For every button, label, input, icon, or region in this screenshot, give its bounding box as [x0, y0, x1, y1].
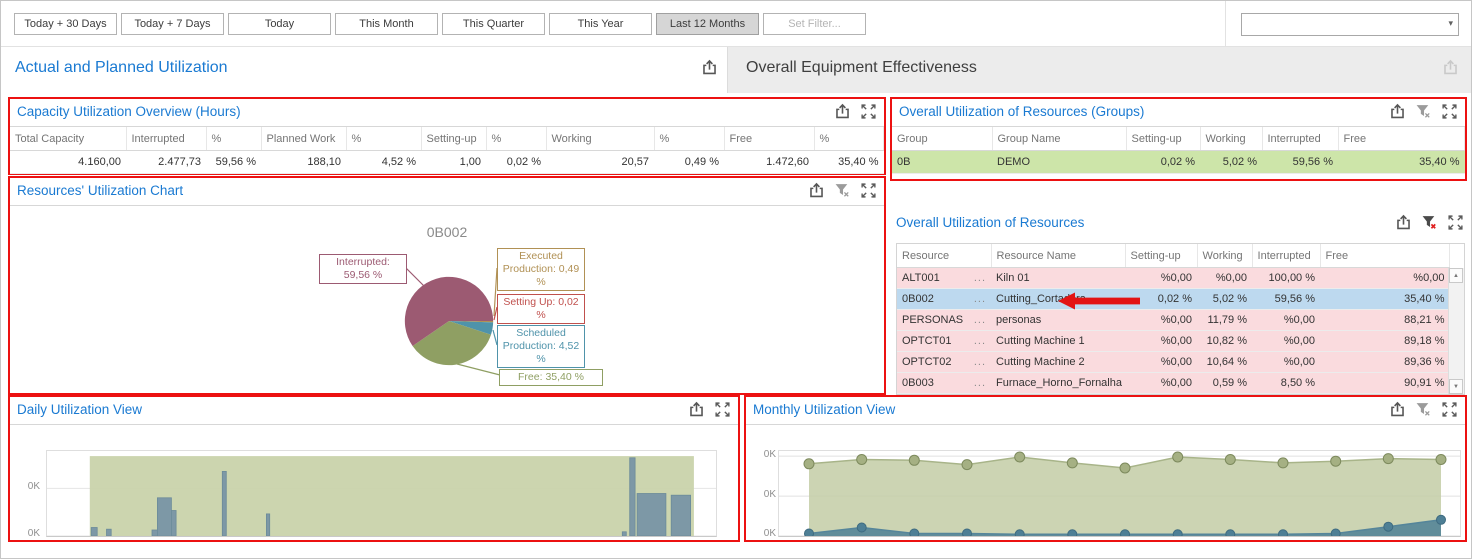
button-this-quarter[interactable]: This Quarter — [442, 13, 545, 35]
chevron-down-icon: ▾ — [1448, 18, 1453, 29]
row-ellipsis[interactable]: ... — [974, 314, 986, 326]
filter-clear-icon[interactable] — [1415, 401, 1432, 418]
row-ellipsis[interactable]: ... — [974, 377, 986, 389]
table-row[interactable]: ALT001... Kiln 01%0,00 %0,00100,00 % %0,… — [897, 268, 1450, 289]
pie-label-scheduled-production: Scheduled Production: 4,52 % — [497, 325, 585, 368]
pie-graphic — [403, 275, 495, 367]
pie-label-setting-up: Setting Up: 0,02 % — [497, 294, 585, 324]
table-row[interactable]: 0B002... Cutting_Cortadora0,02 % 5,02 %5… — [897, 289, 1450, 310]
tab-bar: Actual and Planned Utilization Overall E… — [1, 47, 1471, 93]
expand-icon[interactable] — [860, 103, 877, 120]
table-row[interactable]: PERSONAS... personas%0,00 11,79 %%0,00 8… — [897, 310, 1450, 331]
resources-table-wrapper: Resource Resource Name Setting-up Workin… — [896, 243, 1465, 395]
row-ellipsis[interactable]: ... — [974, 293, 986, 305]
export-icon[interactable] — [834, 103, 851, 120]
panel-title: Capacity Utilization Overview (Hours) — [17, 104, 241, 119]
toolbar-divider — [1225, 1, 1226, 46]
annotation-red-box-monthly: Monthly Utilization View 0K 0K 0K — [744, 395, 1467, 542]
expand-icon[interactable] — [1447, 214, 1464, 231]
table-header-row: GroupGroup Name Setting-upWorking Interr… — [892, 127, 1465, 151]
button-last-12-months[interactable]: Last 12 Months — [656, 13, 759, 35]
tab-actual-and-planned-utilization[interactable]: Actual and Planned Utilization — [15, 59, 228, 77]
button-today-plus-30-days[interactable]: Today + 30 Days — [14, 13, 117, 35]
expand-icon[interactable] — [860, 182, 877, 199]
table-row[interactable]: 0B003... Furnace_Horno_Fornalha%0,00 0,5… — [897, 373, 1450, 394]
annotation-red-box-daily: Daily Utilization View 0K 0K — [8, 395, 740, 542]
panel-capacity-utilization-overview: Capacity Utilization Overview (Hours) To… — [10, 99, 884, 173]
panel-groups-utilization: Overall Utilization of Resources (Groups… — [892, 99, 1465, 179]
y-axis-tick: 0K — [750, 449, 776, 460]
filter-clear-icon[interactable] — [834, 182, 851, 199]
resources-table: Resource Resource Name Setting-up Workin… — [897, 244, 1450, 394]
y-axis-tick: 0K — [750, 489, 776, 500]
table-row[interactable]: OPTCT02... Cutting Machine 2%0,00 10,64 … — [897, 352, 1450, 373]
monthly-plot-area — [778, 450, 1461, 537]
export-icon[interactable] — [701, 59, 718, 76]
row-ellipsis[interactable]: ... — [974, 335, 986, 347]
date-range-toolbar: Today + 30 Days Today + 7 Days Today Thi… — [1, 1, 1471, 47]
panel-resources-utilization-chart: Resources' Utilization Chart 0B002 Execu… — [10, 178, 884, 393]
scroll-down-button[interactable]: ▼ — [1449, 379, 1463, 394]
export-icon — [1442, 59, 1459, 76]
annotation-red-box-pie: Resources' Utilization Chart 0B002 Execu… — [8, 176, 886, 395]
panel-resources-utilization-table: Overall Utilization of Resources Resourc… — [896, 210, 1466, 393]
panel-title: Resources' Utilization Chart — [17, 183, 183, 198]
expand-icon[interactable] — [1441, 103, 1458, 120]
table-row[interactable]: 0BDEMO 0,02 %5,02 % 59,56 %35,40 % — [892, 151, 1465, 174]
daily-area-graphic — [47, 451, 716, 536]
panel-title: Daily Utilization View — [17, 402, 142, 417]
pie-label-executed-production: Executed Production: 0,49 % — [497, 248, 585, 291]
button-this-year[interactable]: This Year — [549, 13, 652, 35]
monthly-area-graphic — [779, 451, 1460, 536]
table-header-row: Total CapacityInterrupted %Planned Work … — [10, 127, 884, 151]
pie-label-free: Free: 35,40 % — [499, 369, 603, 386]
daily-plot-area — [46, 450, 717, 537]
row-ellipsis[interactable]: ... — [974, 356, 986, 368]
groups-table: GroupGroup Name Setting-upWorking Interr… — [892, 127, 1465, 174]
button-today[interactable]: Today — [228, 13, 331, 35]
capacity-table: Total CapacityInterrupted %Planned Work … — [10, 127, 884, 174]
table-row[interactable]: 4.160,002.477,73 59,56 %188,10 4,52 %1,0… — [10, 151, 884, 174]
filter-clear-red-icon[interactable] — [1421, 214, 1438, 231]
export-icon[interactable] — [1389, 401, 1406, 418]
y-axis-tick: 0K — [14, 481, 40, 492]
y-axis-tick: 0K — [14, 528, 40, 539]
export-icon[interactable] — [1389, 103, 1406, 120]
row-ellipsis[interactable]: ... — [974, 272, 986, 284]
button-this-month[interactable]: This Month — [335, 13, 438, 35]
filter-clear-icon[interactable] — [1415, 103, 1432, 120]
table-header-row: Resource Resource Name Setting-up Workin… — [897, 244, 1450, 268]
expand-icon[interactable] — [1441, 401, 1458, 418]
pie-chart: 0B002 Executed Production: 0,49 % Settin… — [10, 206, 884, 394]
pie-label-interrupted: Interrupted: 59,56 % — [319, 254, 407, 284]
button-set-filter[interactable]: Set Filter... — [763, 13, 866, 35]
expand-icon[interactable] — [714, 401, 731, 418]
annotation-red-box-capacity: Capacity Utilization Overview (Hours) To… — [8, 97, 886, 175]
utilization-dashboard: Today + 30 Days Today + 7 Days Today Thi… — [0, 0, 1472, 559]
export-icon[interactable] — [688, 401, 705, 418]
table-row[interactable]: OPTCT01... Cutting Machine 1%0,00 10,82 … — [897, 331, 1450, 352]
panel-daily-utilization: Daily Utilization View 0K 0K — [10, 397, 738, 540]
scroll-up-button[interactable]: ▲ — [1449, 268, 1463, 283]
export-icon[interactable] — [808, 182, 825, 199]
date-range-buttons: Today + 30 Days Today + 7 Days Today Thi… — [14, 13, 866, 35]
filter-dropdown[interactable]: ▾ — [1241, 13, 1459, 36]
tab-overall-equipment-effectiveness[interactable]: Overall Equipment Effectiveness — [746, 59, 977, 77]
button-today-plus-7-days[interactable]: Today + 7 Days — [121, 13, 224, 35]
panel-monthly-utilization: Monthly Utilization View 0K 0K 0K — [746, 397, 1465, 540]
daily-utilization-chart: 0K 0K — [10, 425, 738, 541]
panel-title: Overall Utilization of Resources — [896, 215, 1084, 230]
table-scrollbar[interactable]: ▲ ▼ — [1448, 268, 1464, 394]
export-icon[interactable] — [1395, 214, 1412, 231]
monthly-utilization-chart: 0K 0K 0K — [746, 425, 1465, 541]
annotation-red-box-groups: Overall Utilization of Resources (Groups… — [890, 97, 1467, 181]
annotation-red-arrow — [1057, 291, 1141, 311]
panel-title: Overall Utilization of Resources (Groups… — [899, 104, 1144, 119]
inactive-tab-strip: Overall Equipment Effectiveness — [727, 47, 1471, 93]
y-axis-tick: 0K — [750, 528, 776, 539]
panel-title: Monthly Utilization View — [753, 402, 895, 417]
